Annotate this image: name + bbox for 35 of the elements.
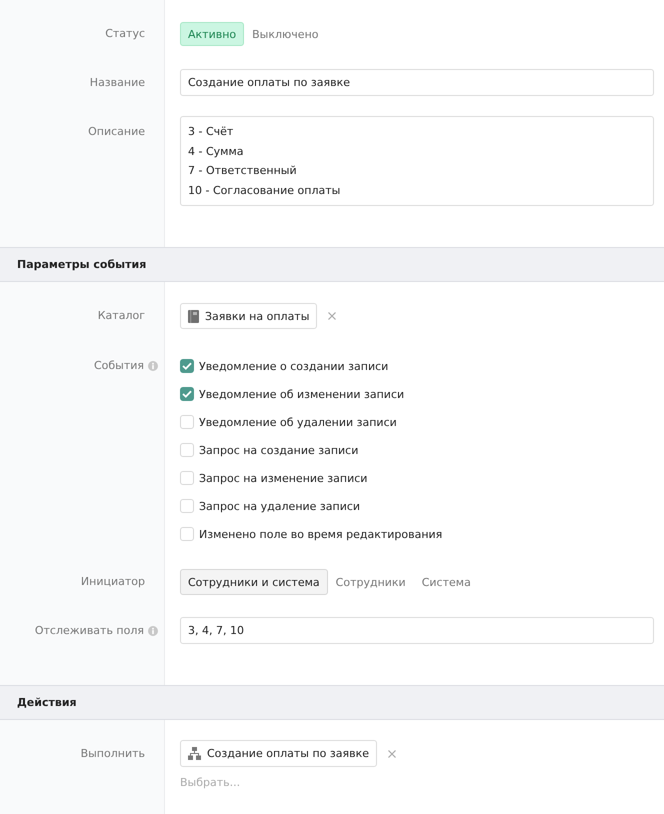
checkbox-label[interactable]: Запрос на удаление записи — [199, 500, 360, 512]
info-icon[interactable] — [148, 626, 158, 636]
description-field[interactable]: 3 - Счёт 4 - Сумма 7 - Ответственный 10 - Согласование оплаты — [180, 116, 654, 206]
info-icon[interactable] — [148, 361, 158, 371]
field-label: Отслеживать поля — [34, 623, 144, 639]
action-tag[interactable]: Создание оплаты по заявке — [180, 740, 378, 767]
initiator-option[interactable]: Система — [414, 569, 479, 595]
checkbox[interactable] — [180, 387, 194, 401]
checkbox-label[interactable]: Уведомление о создании записи — [199, 360, 388, 372]
checkbox-label[interactable]: Запрос на изменение записи — [199, 472, 368, 484]
field-label: Инициатор — [80, 574, 145, 590]
checkbox-label[interactable]: Уведомление об удалении записи — [199, 416, 397, 428]
section-header: Действия — [0, 685, 664, 720]
status-option[interactable]: Активно — [180, 22, 244, 46]
field-label: Каталог — [98, 308, 145, 324]
section-header: Параметры события — [0, 247, 664, 282]
field-label: Статус — [105, 26, 145, 42]
checkbox-label[interactable]: Уведомление об изменении записи — [199, 388, 404, 400]
catalog-tag[interactable]: Заявки на оплаты — [180, 303, 318, 329]
tracked-fields-field[interactable]: 3, 4, 7, 10 — [180, 617, 654, 644]
field-label: События — [94, 358, 144, 374]
checkbox-label[interactable]: Изменено поле во время редактирования — [199, 528, 442, 540]
book-icon — [188, 310, 199, 322]
checkbox-label[interactable]: Запрос на создание записи — [199, 444, 358, 456]
remove-icon[interactable] — [328, 312, 336, 320]
initiator-option[interactable]: Сотрудники — [328, 569, 414, 595]
checkbox[interactable] — [180, 359, 194, 373]
status-option[interactable]: Выключено — [244, 22, 326, 46]
field-label: Описание — [88, 124, 145, 140]
name-field[interactable]: Создание оплаты по заявке — [180, 69, 654, 96]
initiator-option[interactable]: Сотрудники и система — [180, 569, 328, 595]
field-label: Выполнить — [80, 746, 145, 762]
field-label: Название — [90, 75, 145, 91]
hierarchy-icon — [188, 747, 201, 760]
remove-icon[interactable] — [388, 750, 396, 758]
